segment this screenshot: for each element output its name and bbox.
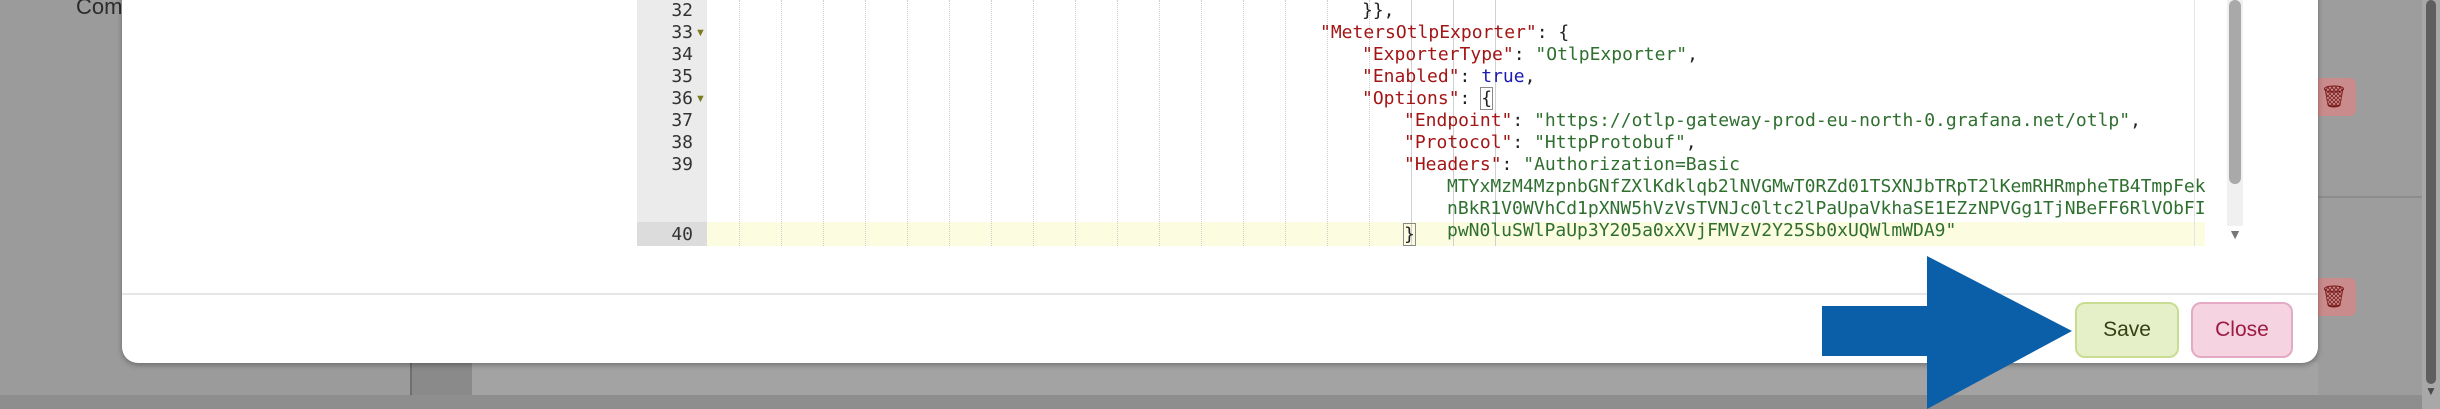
indent-guide [1285, 0, 1286, 246]
indent-guide [949, 0, 950, 246]
code-line-40: } [1403, 223, 1416, 246]
line-number: 32 [671, 0, 693, 21]
editor-scrollbar-thumb[interactable] [2229, 0, 2241, 184]
save-button[interactable]: Save [2075, 302, 2179, 358]
indent-guide [1159, 0, 1160, 246]
fold-arrow-icon[interactable]: ▼ [695, 22, 706, 44]
code-line-39-wrap: pwN0luSWlPaUp3Y205a0xXVjFMVzV2Y25Sb0xUQW… [1447, 220, 1957, 241]
background-label: Com [76, 0, 123, 19]
line-number: 38 [671, 132, 693, 153]
scroll-down-icon[interactable]: ▼ [2424, 384, 2438, 398]
trash-icon[interactable]: 🗑 [2312, 78, 2356, 116]
indent-guide [865, 0, 866, 246]
indent-guide [823, 0, 824, 246]
code-line-39-wrap: MTYxMzM4MzpnbGNfZXlKdklqb2lNVGMwT0RZd01T… [1447, 176, 2205, 197]
background-row-divider [2318, 196, 2422, 198]
background-page-left [0, 0, 122, 409]
page-scrollbar-thumb[interactable] [2426, 0, 2436, 384]
indent-guide [1117, 0, 1118, 246]
indent-guide [1243, 0, 1244, 246]
matched-bracket: { [1480, 87, 1494, 110]
line-number: 36 [671, 88, 693, 109]
code-line-38: "Protocol": "HttpProtobuf", [1404, 132, 1697, 153]
indent-guide [781, 0, 782, 246]
matched-bracket: } [1403, 223, 1416, 246]
line-number: 33 [671, 22, 693, 43]
indent-guide [1033, 0, 1034, 246]
indent-guide [1075, 0, 1076, 246]
indent-guide [991, 0, 992, 246]
indent-guide [1201, 0, 1202, 246]
close-button[interactable]: Close [2191, 302, 2293, 358]
scroll-down-icon[interactable]: ▼ [2226, 226, 2244, 242]
line-number: 35 [671, 66, 693, 87]
code-line-39: "Headers": "Authorization=Basic [1404, 154, 1740, 175]
trash-icon[interactable]: 🗑 [2312, 278, 2356, 316]
code-line-32: }}, [1362, 0, 1395, 21]
fold-arrow-icon[interactable]: ▼ [695, 88, 706, 110]
code-editor[interactable]: 32 33 ▼ 34 35 36 ▼ 37 38 39 40 }}, "Mete… [637, 0, 2205, 246]
arrow-pointer-icon [1822, 256, 2072, 409]
line-number: 39 [671, 154, 693, 175]
line-number: 37 [671, 110, 693, 131]
line-number: 34 [671, 44, 693, 65]
line-number: 40 [671, 224, 693, 245]
code-line-39-wrap: nBkR1V0WVhCd1pXNW5hVzVsTVNJc0ltc2lPaUpaV… [1447, 198, 2205, 219]
code-line-34: "ExporterType": "OtlpExporter", [1362, 44, 1698, 65]
indent-guide [739, 0, 740, 246]
code-line-36: "Options": { [1362, 87, 1494, 110]
background-page-right [2318, 0, 2422, 409]
code-line-35: "Enabled": true, [1362, 66, 1536, 87]
code-line-33: "MetersOtlpExporter": { [1320, 22, 1570, 43]
code-line-37: "Endpoint": "https://otlp-gateway-prod-e… [1404, 110, 2141, 131]
indent-guide [907, 0, 908, 246]
